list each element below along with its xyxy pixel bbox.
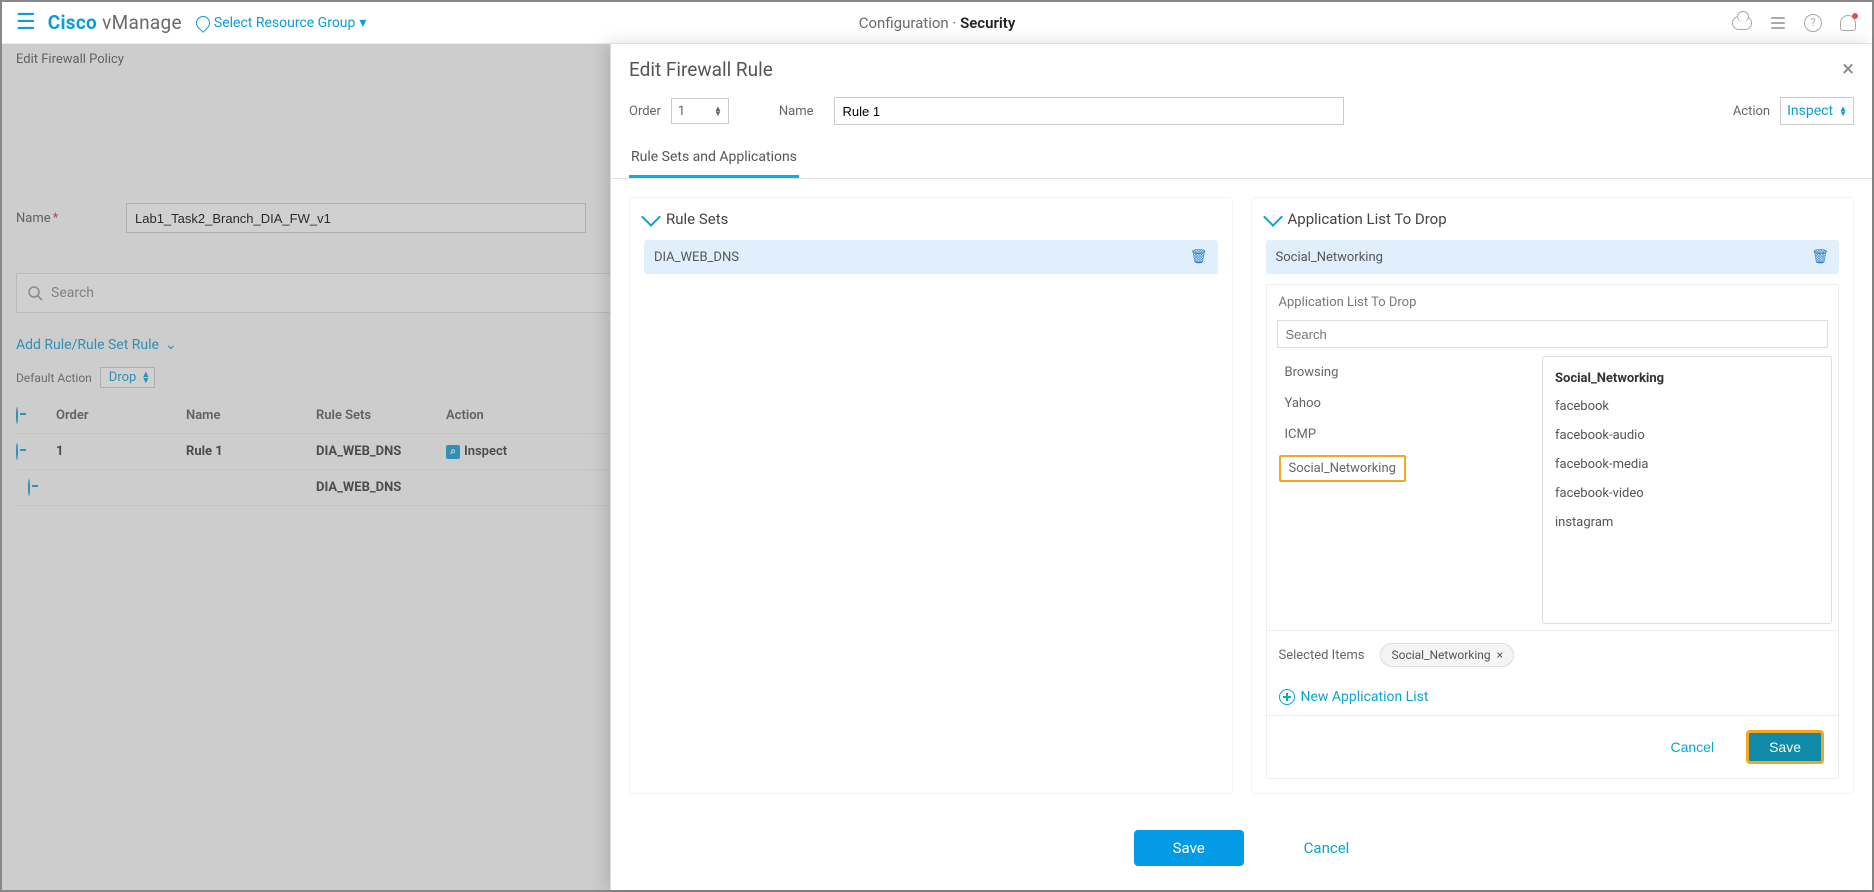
list-item[interactable]: ICMP <box>1279 424 1537 445</box>
new-application-list-link[interactable]: New Application List <box>1267 679 1839 716</box>
list-item-selected[interactable]: Social_Networking <box>1279 455 1406 482</box>
breadcrumb: Configuration · Security <box>859 14 1016 32</box>
tab-rule-sets-apps[interactable]: Rule Sets and Applications <box>629 139 799 178</box>
resource-group-selector[interactable]: Select Resource Group ▾ <box>196 15 367 31</box>
close-icon[interactable]: × <box>1842 59 1854 81</box>
list-item[interactable]: facebook-media <box>1543 450 1831 479</box>
edit-icon[interactable] <box>1263 207 1283 227</box>
list-item[interactable]: facebook-video <box>1543 479 1831 508</box>
order-select[interactable]: 1 ▲▼ <box>671 98 729 124</box>
app-members-list: Social_Networking facebook facebook-audi… <box>1542 356 1832 624</box>
top-bar: ☰ Cisco vManage Select Resource Group ▾ … <box>2 2 1872 44</box>
group-heading: Social_Networking <box>1543 365 1831 392</box>
panel-footer: Save Cancel <box>611 812 1872 890</box>
brand-label: Cisco vManage <box>48 11 182 34</box>
panel-title: Edit Firewall Rule <box>629 58 773 81</box>
editor-title: Application List To Drop <box>1267 285 1839 316</box>
plus-circle-icon <box>1279 689 1295 705</box>
hamburger-icon[interactable]: ☰ <box>16 10 36 35</box>
app-search-input[interactable] <box>1277 320 1829 348</box>
order-label: Order <box>629 104 661 119</box>
edit-icon[interactable] <box>641 207 661 227</box>
rule-sets-card: Rule Sets DIA_WEB_DNS 🗑 <box>629 197 1233 794</box>
remove-tag-icon[interactable]: × <box>1497 648 1503 662</box>
notifications-icon[interactable] <box>1838 13 1858 33</box>
editor-save-button[interactable]: Save <box>1746 730 1824 764</box>
list-item[interactable]: instagram <box>1543 508 1831 537</box>
panel-cancel-button[interactable]: Cancel <box>1304 830 1350 866</box>
sort-icon: ▲▼ <box>714 106 722 116</box>
location-pin-icon <box>193 13 213 33</box>
caret-down-icon: ▾ <box>359 15 366 31</box>
list-item[interactable]: Yahoo <box>1279 393 1537 414</box>
selected-items-label: Selected Items <box>1279 648 1365 663</box>
action-label: Action <box>1733 104 1770 119</box>
rule-sets-title: Rule Sets <box>666 210 728 228</box>
sort-icon: ▲▼ <box>1839 106 1847 116</box>
help-icon[interactable]: ? <box>1804 14 1822 32</box>
rule-name-input[interactable] <box>834 97 1344 125</box>
editor-cancel-button[interactable]: Cancel <box>1650 730 1734 764</box>
trash-icon[interactable]: 🗑 <box>1190 249 1208 265</box>
list-item[interactable]: Browsing <box>1279 362 1537 383</box>
cloud-icon[interactable] <box>1732 13 1752 33</box>
list-item[interactable]: facebook-audio <box>1543 421 1831 450</box>
list-item[interactable]: facebook <box>1543 392 1831 421</box>
app-list-editor: Application List To Drop Browsing Yahoo … <box>1266 284 1840 779</box>
app-list-card: Application List To Drop Social_Networki… <box>1251 197 1855 794</box>
selected-tag[interactable]: Social_Networking × <box>1380 643 1514 667</box>
app-list-current-item[interactable]: Social_Networking 🗑 <box>1266 240 1840 274</box>
rule-name-label: Name <box>779 104 814 119</box>
rule-set-item[interactable]: DIA_WEB_DNS 🗑 <box>644 240 1218 274</box>
action-select[interactable]: Inspect ▲▼ <box>1780 97 1854 125</box>
panel-save-button[interactable]: Save <box>1134 830 1244 866</box>
edit-rule-panel: Edit Firewall Rule × Order 1 ▲▼ Name Act… <box>610 44 1872 890</box>
trash-icon[interactable]: 🗑 <box>1811 249 1829 265</box>
menu-stack-icon[interactable] <box>1768 13 1788 33</box>
app-list-title: Application List To Drop <box>1288 210 1447 228</box>
